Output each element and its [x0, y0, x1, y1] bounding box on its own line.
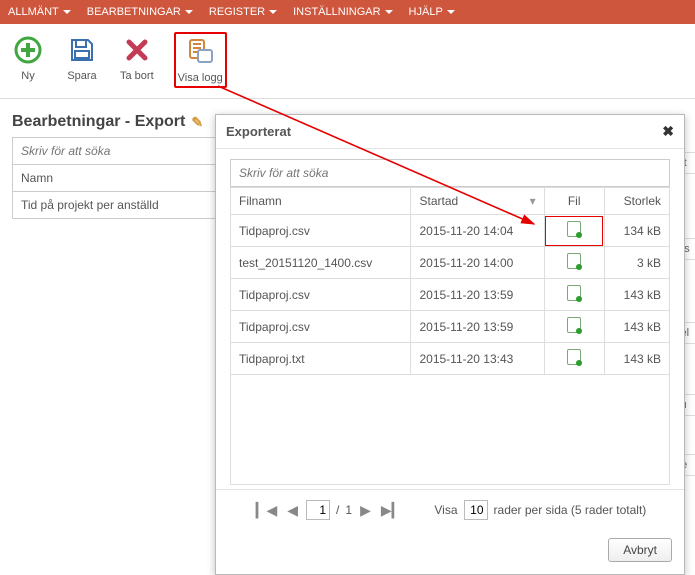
col-startad-header[interactable]: Startad ▾	[411, 188, 544, 215]
modal-search-input[interactable]	[231, 160, 669, 186]
menu-label: BEARBETNINGAR	[87, 6, 181, 18]
col-namn-header: Namn	[21, 171, 53, 185]
toolbtn-label: Ta bort	[120, 70, 154, 82]
col-storlek-header[interactable]: Storlek	[604, 188, 669, 215]
close-icon[interactable]: ✖	[662, 123, 674, 140]
save-icon	[66, 34, 98, 66]
modal-footer: Avbryt	[216, 530, 684, 574]
cell-filnamn: Tidpaproj.csv	[231, 215, 411, 247]
spara-button[interactable]: Spara	[64, 32, 100, 84]
download-file-icon[interactable]	[567, 253, 581, 269]
chevron-down-icon	[269, 10, 277, 14]
menu-hjalp[interactable]: HJÄLP	[409, 6, 455, 18]
menu-register[interactable]: REGISTER	[209, 6, 277, 18]
sort-desc-icon: ▾	[530, 194, 536, 208]
modal-titlebar: Exporterat ✖	[216, 115, 684, 149]
chevron-down-icon	[447, 10, 455, 14]
menu-bearbetningar[interactable]: BEARBETNINGAR	[87, 6, 193, 18]
cell-filnamn: test_20151120_1400.csv	[231, 247, 411, 279]
download-file-icon[interactable]	[567, 317, 581, 333]
log-icon	[184, 36, 216, 68]
pager-sep: /	[336, 503, 339, 517]
table-row[interactable]: Tidpaproj.txt2015-11-20 13:43 143 kB	[231, 343, 670, 375]
col-fil-header[interactable]: Fil	[544, 188, 604, 215]
col-filnamn-header[interactable]: Filnamn	[231, 188, 411, 215]
file-table: Filnamn Startad ▾ Fil Storlek Tidpaproj.…	[230, 187, 670, 375]
toolbar: Ny Spara Ta bort Visa logg	[0, 24, 695, 99]
pager-last-icon[interactable]: ▶▎	[379, 502, 405, 519]
visa-logg-button[interactable]: Visa logg	[174, 32, 227, 88]
toolbtn-label: Ny	[21, 70, 34, 82]
cell-fil[interactable]	[544, 343, 604, 375]
pager: ▎◀ ◀ / 1 ▶ ▶▎ Visa rader per sida (5 rad…	[216, 489, 684, 530]
modal-search[interactable]	[230, 159, 670, 187]
cell-storlek: 134 kB	[604, 215, 669, 247]
tabort-button[interactable]: Ta bort	[118, 32, 156, 84]
exporterat-modal: Exporterat ✖ Filnamn Startad ▾ Fil Storl…	[215, 114, 685, 575]
table-header-row: Filnamn Startad ▾ Fil Storlek	[231, 188, 670, 215]
toolbtn-label: Spara	[67, 70, 96, 82]
table-row[interactable]: test_20151120_1400.csv2015-11-20 14:00 3 …	[231, 247, 670, 279]
pager-suffix: rader per sida (5 rader totalt)	[494, 503, 647, 517]
pager-visa-label: Visa	[434, 503, 457, 517]
cell-filnamn: Tidpaproj.csv	[231, 311, 411, 343]
pager-next-icon[interactable]: ▶	[358, 502, 373, 519]
cell-startad: 2015-11-20 13:43	[411, 343, 544, 375]
edit-icon[interactable]: ✎	[191, 114, 203, 131]
menu-label: HJÄLP	[409, 6, 443, 18]
chevron-down-icon	[185, 10, 193, 14]
pager-perpage-input[interactable]	[464, 500, 488, 520]
cell-startad: 2015-11-20 13:59	[411, 279, 544, 311]
table-empty-area	[230, 375, 670, 485]
pager-first-icon[interactable]: ▎◀	[254, 502, 280, 519]
cell-fil[interactable]	[544, 247, 604, 279]
menu-allmant[interactable]: ALLMÄNT	[8, 6, 71, 18]
delete-icon	[121, 34, 153, 66]
chevron-down-icon	[63, 10, 71, 14]
download-file-icon[interactable]	[567, 221, 581, 237]
cell-startad: 2015-11-20 13:59	[411, 311, 544, 343]
cell-fil[interactable]	[544, 311, 604, 343]
cell-storlek: 143 kB	[604, 311, 669, 343]
cell-filnamn: Tidpaproj.txt	[231, 343, 411, 375]
chevron-down-icon	[385, 10, 393, 14]
table-row[interactable]: Tidpaproj.csv2015-11-20 13:59 143 kB	[231, 279, 670, 311]
menu-label: ALLMÄNT	[8, 6, 59, 18]
toolbtn-label: Visa logg	[178, 72, 223, 84]
cell-startad: 2015-11-20 14:00	[411, 247, 544, 279]
main-menubar: ALLMÄNT BEARBETNINGAR REGISTER INSTÄLLNI…	[0, 0, 695, 24]
cell-startad: 2015-11-20 14:04	[411, 215, 544, 247]
cell-fil[interactable]	[544, 215, 604, 247]
table-row[interactable]: Tidpaproj.csv2015-11-20 14:04 134 kB	[231, 215, 670, 247]
download-file-icon[interactable]	[567, 349, 581, 365]
download-file-icon[interactable]	[567, 285, 581, 301]
cell-fil[interactable]	[544, 279, 604, 311]
ny-button[interactable]: Ny	[10, 32, 46, 84]
cell-filnamn: Tidpaproj.csv	[231, 279, 411, 311]
page-title-text: Bearbetningar - Export	[12, 113, 185, 131]
cell-storlek: 143 kB	[604, 279, 669, 311]
pager-prev-icon[interactable]: ◀	[285, 502, 300, 519]
pager-page-input[interactable]	[306, 500, 330, 520]
menu-installningar[interactable]: INSTÄLLNINGAR	[293, 6, 392, 18]
left-row-label: Tid på projekt per anställd	[21, 198, 159, 212]
plus-icon	[12, 34, 44, 66]
pager-total: 1	[345, 503, 352, 517]
cell-storlek: 3 kB	[604, 247, 669, 279]
avbryt-button[interactable]: Avbryt	[608, 538, 672, 562]
menu-label: INSTÄLLNINGAR	[293, 6, 380, 18]
cell-storlek: 143 kB	[604, 343, 669, 375]
table-row[interactable]: Tidpaproj.csv2015-11-20 13:59 143 kB	[231, 311, 670, 343]
modal-title-text: Exporterat	[226, 124, 291, 139]
menu-label: REGISTER	[209, 6, 265, 18]
